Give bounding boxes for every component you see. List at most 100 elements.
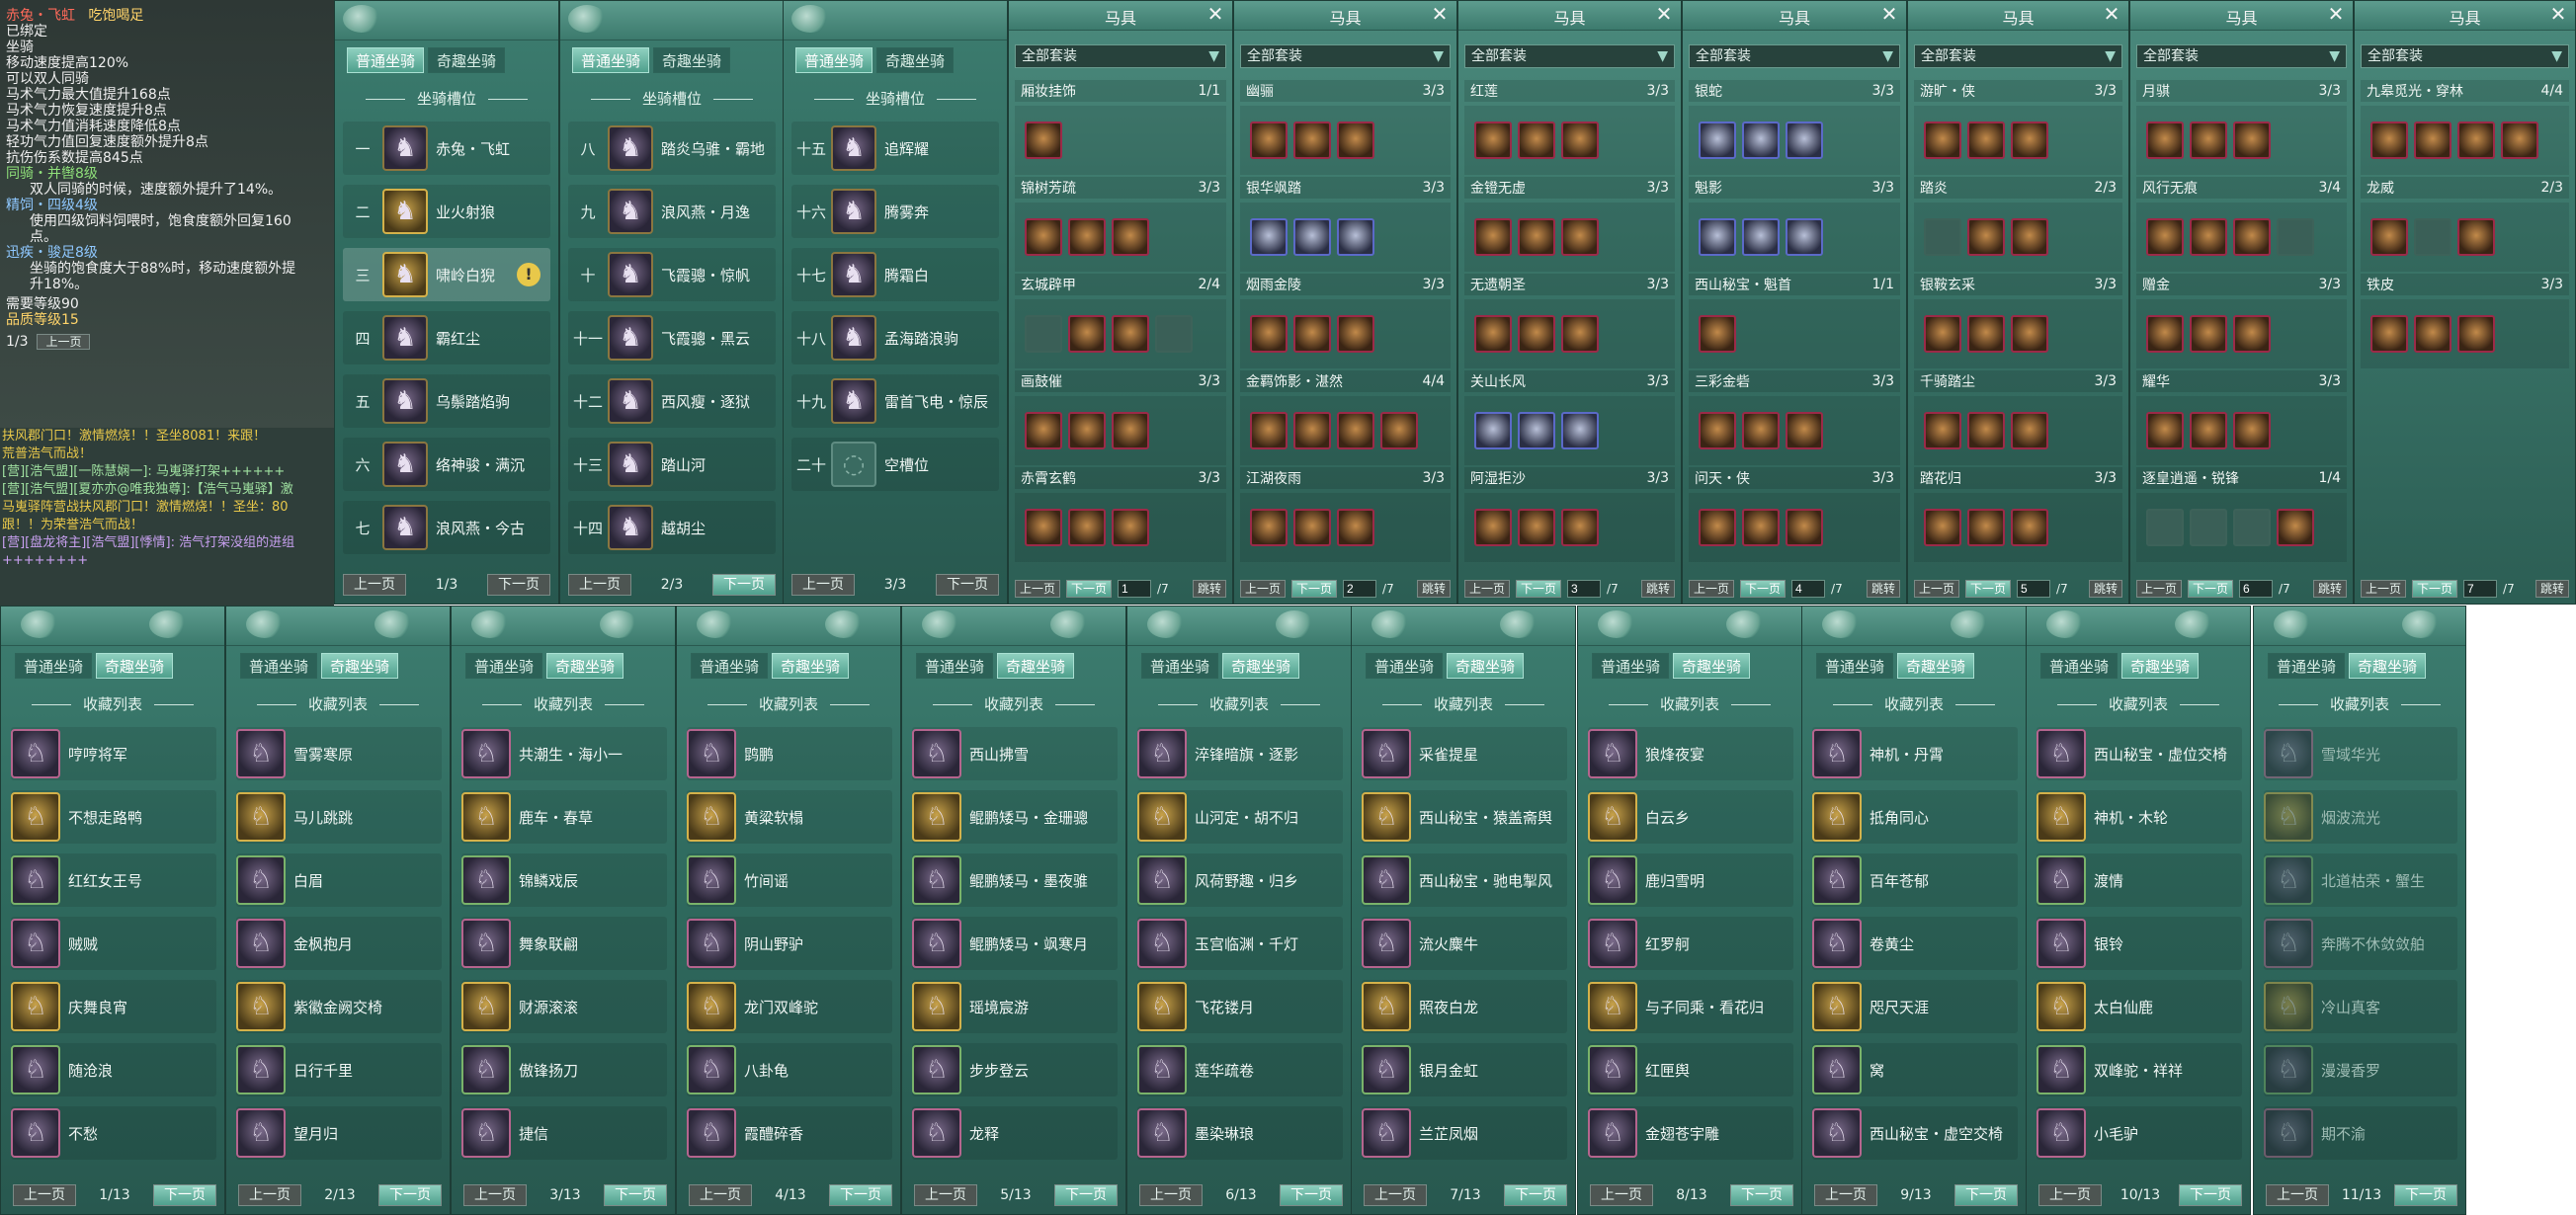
- next-page-button[interactable]: 下一页: [2188, 580, 2234, 598]
- mount-slot-row[interactable]: 二十 ◌ 空槽位: [791, 438, 999, 491]
- prev-page-button[interactable]: 上一页: [568, 574, 631, 596]
- harness-piece-icon[interactable]: [2370, 218, 2408, 256]
- favorite-mount-row[interactable]: ♘ 贼贼: [11, 917, 216, 970]
- tab-normal-mounts[interactable]: 普通坐骑: [347, 47, 425, 73]
- favorite-mount-row[interactable]: ♘ 鲲鹏矮马・墨夜骓: [912, 853, 1118, 907]
- harness-piece-icon[interactable]: [1068, 509, 1106, 546]
- harness-piece-icon[interactable]: [1474, 218, 1512, 256]
- harness-piece-icon[interactable]: [1924, 412, 1961, 449]
- harness-piece-icon[interactable]: [1742, 122, 1780, 159]
- page-input[interactable]: [1567, 580, 1602, 598]
- harness-piece-icon[interactable]: [2277, 509, 2314, 546]
- tab-fun-mounts[interactable]: 奇趣坐骑: [428, 47, 506, 73]
- tab-fun-mounts[interactable]: 奇趣坐骑: [2121, 653, 2200, 679]
- jump-button[interactable]: 跳转: [2312, 580, 2347, 598]
- favorite-mount-row[interactable]: ♘ 舞象联翩: [461, 917, 667, 970]
- next-page-button[interactable]: 下一页: [1729, 1184, 1793, 1206]
- harness-piece-icon[interactable]: [1112, 218, 1149, 256]
- next-page-button[interactable]: 下一页: [828, 1184, 892, 1206]
- favorite-mount-row[interactable]: ♘ 西山秘宝・虚位交椅: [2036, 727, 2242, 780]
- harness-piece-icon[interactable]: [1293, 412, 1331, 449]
- harness-piece-icon[interactable]: [1025, 509, 1062, 546]
- harness-piece-icon[interactable]: [1293, 122, 1331, 159]
- tab-normal-mounts[interactable]: 普通坐骑: [2268, 653, 2346, 679]
- page-input[interactable]: [1791, 580, 1826, 598]
- favorite-mount-row[interactable]: ♘ 白云乡: [1588, 790, 1793, 844]
- tab-normal-mounts[interactable]: 普通坐骑: [240, 653, 318, 679]
- favorite-mount-row[interactable]: ♘ 狼烽夜宴: [1588, 727, 1793, 780]
- favorite-mount-row[interactable]: ♘ 金翅苍宇雕: [1588, 1106, 1793, 1160]
- mount-slot-row[interactable]: 九 ♞ 浪风燕・月逸: [568, 185, 776, 238]
- favorite-mount-row[interactable]: ♘ 漫漫香罗: [2264, 1043, 2457, 1096]
- favorite-mount-row[interactable]: ♘ 步步登云: [912, 1043, 1118, 1096]
- harness-piece-icon[interactable]: [1474, 122, 1512, 159]
- next-page-button[interactable]: 下一页: [1053, 1184, 1118, 1206]
- next-page-button[interactable]: 下一页: [1965, 580, 2012, 598]
- tab-normal-mounts[interactable]: 普通坐骑: [1141, 653, 1219, 679]
- harness-piece-icon[interactable]: [2011, 412, 2048, 449]
- harness-piece-icon[interactable]: [1967, 412, 2005, 449]
- harness-piece-icon[interactable]: [1924, 122, 1961, 159]
- jump-button[interactable]: 跳转: [1866, 580, 1900, 598]
- next-page-button[interactable]: 下一页: [603, 1184, 667, 1206]
- prev-page-button[interactable]: 上一页: [1364, 1184, 1427, 1206]
- harness-piece-icon[interactable]: [2501, 122, 2538, 159]
- harness-piece-icon[interactable]: [1474, 315, 1512, 353]
- harness-piece-icon[interactable]: [2190, 315, 2227, 353]
- next-page-button[interactable]: 下一页: [936, 574, 999, 596]
- favorite-mount-row[interactable]: ♘ 紫徽金阙交椅: [236, 980, 442, 1033]
- next-page-button[interactable]: 下一页: [377, 1184, 442, 1206]
- harness-piece-icon[interactable]: [2190, 122, 2227, 159]
- tab-fun-mounts[interactable]: 奇趣坐骑: [1897, 653, 1975, 679]
- next-page-button[interactable]: 下一页: [1503, 1184, 1567, 1206]
- favorite-mount-row[interactable]: ♘ 黄粱软榻: [687, 790, 892, 844]
- prev-page-button[interactable]: 上一页: [1689, 580, 1735, 598]
- favorite-mount-row[interactable]: ♘ 玉宫临渊・千灯: [1137, 917, 1343, 970]
- jump-button[interactable]: 跳转: [1192, 580, 1226, 598]
- harness-piece-icon[interactable]: [2146, 218, 2184, 256]
- favorite-mount-row[interactable]: ♘ 随沧浪: [11, 1043, 216, 1096]
- harness-piece-icon[interactable]: [1518, 218, 1555, 256]
- favorite-mount-row[interactable]: ♘ 鲲鹏矮马・金珊骢: [912, 790, 1118, 844]
- harness-piece-icon[interactable]: [1293, 509, 1331, 546]
- tab-fun-mounts[interactable]: 奇趣坐骑: [1222, 653, 1300, 679]
- harness-piece-icon[interactable]: [1786, 122, 1823, 159]
- set-filter-dropdown[interactable]: 全部套装 ▼: [2136, 44, 2347, 68]
- page-input[interactable]: [2017, 580, 2051, 598]
- mount-slot-row[interactable]: 十八 ♞ 孟海踏浪驹: [791, 311, 999, 364]
- next-page-button[interactable]: 下一页: [1740, 580, 1787, 598]
- favorite-mount-row[interactable]: ♘ 不愁: [11, 1106, 216, 1160]
- harness-piece-icon[interactable]: [1786, 509, 1823, 546]
- favorite-mount-row[interactable]: ♘ 双峰驼・祥祥: [2036, 1043, 2242, 1096]
- harness-piece-icon[interactable]: [2457, 315, 2495, 353]
- harness-piece-icon[interactable]: [1699, 122, 1736, 159]
- harness-piece-icon[interactable]: [1250, 412, 1288, 449]
- mount-slot-row[interactable]: 十九 ♞ 雷首飞电・惊辰: [791, 374, 999, 428]
- set-filter-dropdown[interactable]: 全部套装 ▼: [1689, 44, 1900, 68]
- harness-piece-icon[interactable]: [2011, 315, 2048, 353]
- favorite-mount-row[interactable]: ♘ 红匣舆: [1588, 1043, 1793, 1096]
- favorite-mount-row[interactable]: ♘ 捷信: [461, 1106, 667, 1160]
- favorite-mount-row[interactable]: ♘ 八卦龟: [687, 1043, 892, 1096]
- mount-slot-row[interactable]: 二 ♞ 业火射狼: [343, 185, 550, 238]
- harness-piece-icon[interactable]: [1786, 412, 1823, 449]
- mount-slot-row[interactable]: 十七 ♞ 腾霜白: [791, 248, 999, 301]
- harness-piece-icon[interactable]: [2146, 315, 2184, 353]
- favorite-mount-row[interactable]: ♘ 雪雾寒原: [236, 727, 442, 780]
- favorite-mount-row[interactable]: ♘ 飞花镂月: [1137, 980, 1343, 1033]
- prev-page-button[interactable]: 上一页: [1139, 1184, 1203, 1206]
- tab-normal-mounts[interactable]: 普通坐骑: [795, 47, 873, 73]
- prev-page-button[interactable]: 上一页: [689, 1184, 752, 1206]
- favorite-mount-row[interactable]: ♘ 哼哼将军: [11, 727, 216, 780]
- favorite-mount-row[interactable]: ♘ 锦鳞戏辰: [461, 853, 667, 907]
- prev-page-button[interactable]: 上一页: [2266, 1184, 2329, 1206]
- harness-piece-icon[interactable]: [2190, 218, 2227, 256]
- harness-piece-icon[interactable]: [2233, 315, 2271, 353]
- harness-piece-icon[interactable]: [2233, 218, 2271, 256]
- tab-fun-mounts[interactable]: 奇趣坐骑: [876, 47, 955, 73]
- tab-fun-mounts[interactable]: 奇趣坐骑: [653, 47, 731, 73]
- harness-piece-icon[interactable]: [1561, 509, 1599, 546]
- harness-piece-icon[interactable]: [1742, 412, 1780, 449]
- harness-piece-icon[interactable]: [2146, 412, 2184, 449]
- harness-piece-icon[interactable]: [1250, 315, 1288, 353]
